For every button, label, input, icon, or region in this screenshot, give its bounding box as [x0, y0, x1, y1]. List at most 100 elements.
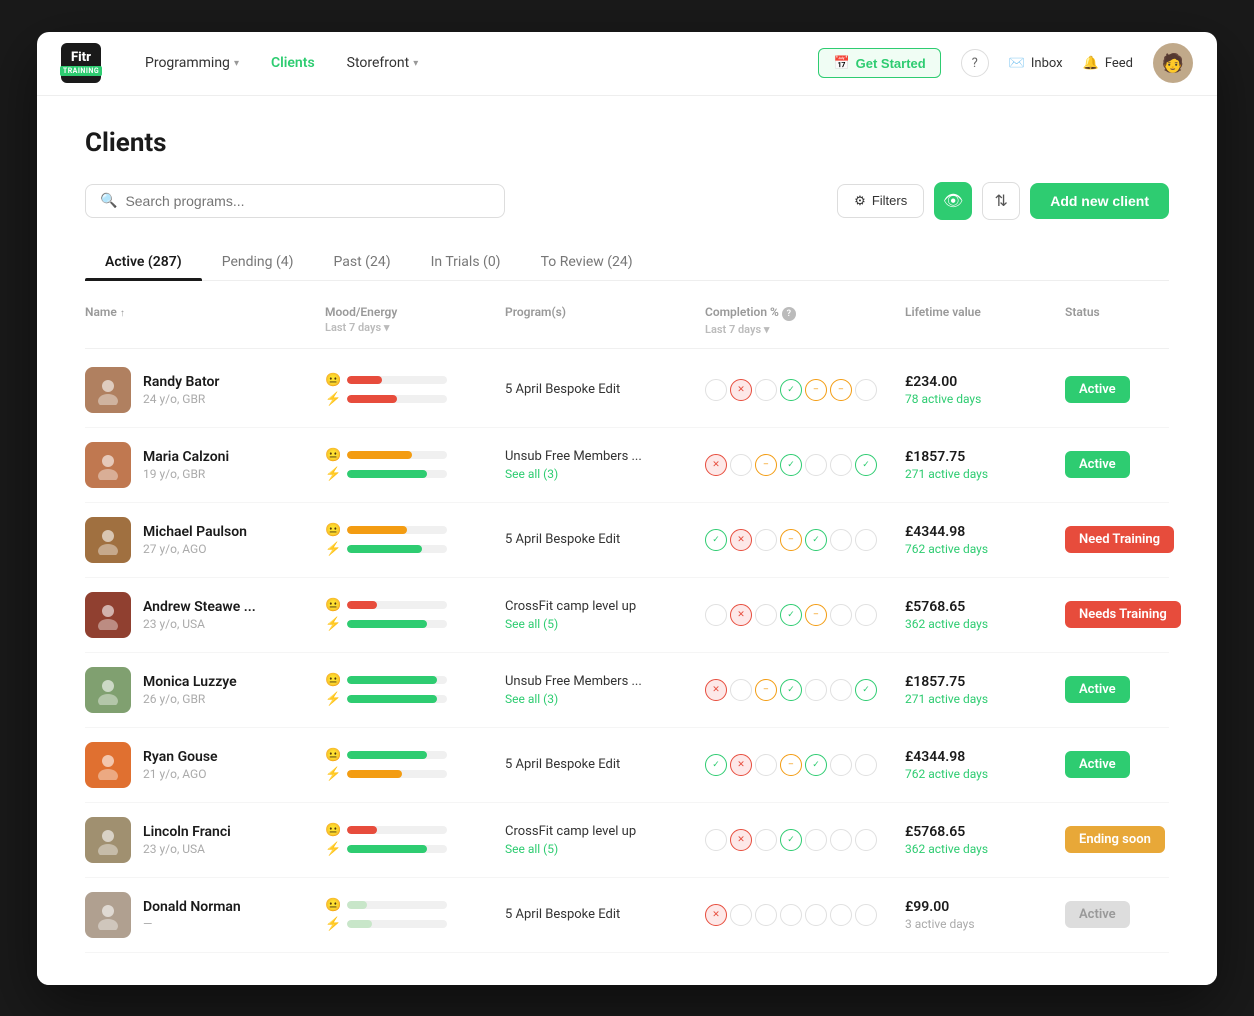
- logo-training-text: TRAINING: [60, 66, 102, 76]
- filter-button[interactable]: ⚙ Filters: [837, 184, 924, 218]
- table-column-header: Status: [1065, 305, 1185, 336]
- completion-dot: [855, 379, 877, 401]
- completion-dot: [755, 379, 777, 401]
- filter-icon: ⚙: [854, 193, 866, 209]
- completion-cell: ✕–✓✓: [705, 679, 905, 701]
- energy-bar-bg: [347, 470, 447, 478]
- completion-dot: [830, 529, 852, 551]
- lifetime-cell: £5768.65 362 active days: [905, 824, 1065, 856]
- view-toggle-button[interactable]: 👁: [934, 182, 972, 220]
- see-all-link[interactable]: See all (5): [505, 842, 705, 856]
- status-badge: Active: [1065, 751, 1130, 778]
- search-box[interactable]: 🔍: [85, 184, 505, 218]
- client-cell: Monica Luzzye 26 y/o, GBR: [85, 667, 325, 713]
- mood-bar-bg: [347, 376, 447, 384]
- energy-icon: ⚡: [325, 467, 341, 482]
- nav-storefront[interactable]: Storefront ▾: [343, 47, 423, 79]
- energy-icon: ⚡: [325, 392, 341, 407]
- client-sub: 23 y/o, USA: [143, 842, 231, 856]
- see-all-link[interactable]: See all (5): [505, 617, 705, 631]
- program-name: CrossFit camp level up: [505, 599, 705, 614]
- energy-icon: ⚡: [325, 767, 341, 782]
- completion-dot: ✕: [730, 529, 752, 551]
- client-name: Monica Luzzye: [143, 674, 237, 690]
- client-name: Lincoln Franci: [143, 824, 231, 840]
- navbar: Fitr TRAINING Programming ▾ Clients Stor…: [37, 32, 1217, 96]
- tab-item[interactable]: To Review (24): [521, 244, 653, 280]
- energy-bar-bg: [347, 920, 447, 928]
- mood-cell: 😐 ⚡: [325, 748, 505, 782]
- completion-dot: ✓: [780, 454, 802, 476]
- mood-icon: 😐: [325, 823, 341, 838]
- completion-dot: [705, 379, 727, 401]
- mood-bar-fill: [347, 376, 382, 384]
- mood-bar-fill: [347, 526, 407, 534]
- completion-dot: [730, 679, 752, 701]
- app-window: Fitr TRAINING Programming ▾ Clients Stor…: [37, 32, 1217, 985]
- table-row: Ryan Gouse 21 y/o, AGO 😐 ⚡ 5 April Bespo…: [85, 728, 1169, 803]
- status-cell: Active: [1065, 451, 1185, 478]
- client-cell: Ryan Gouse 21 y/o, AGO: [85, 742, 325, 788]
- completion-dot: [805, 454, 827, 476]
- status-cell: Need Training: [1065, 526, 1185, 553]
- status-cell: Needs Training: [1065, 601, 1185, 628]
- mood-cell: 😐 ⚡: [325, 673, 505, 707]
- inbox-button[interactable]: ✉️ Inbox: [1009, 56, 1063, 71]
- lifetime-value: £99.00: [905, 899, 1065, 915]
- mood-cell: 😐 ⚡: [325, 898, 505, 932]
- status-badge: Active: [1065, 451, 1130, 478]
- completion-dot: [755, 604, 777, 626]
- completion-cell: ✕✓–: [705, 604, 905, 626]
- completion-dot: ✓: [805, 529, 827, 551]
- see-all-link[interactable]: See all (3): [505, 692, 705, 706]
- lifetime-cell: £1857.75 271 active days: [905, 674, 1065, 706]
- client-avatar: [85, 367, 131, 413]
- energy-bar-bg: [347, 770, 447, 778]
- completion-cell: ✕✓––: [705, 379, 905, 401]
- completion-dot: ✓: [705, 529, 727, 551]
- mood-bar-fill: [347, 676, 437, 684]
- search-input[interactable]: [125, 193, 490, 209]
- feed-button[interactable]: 🔔 Feed: [1083, 56, 1133, 71]
- toolbar: 🔍 ⚙ Filters 👁 ⇅ Add new client: [85, 182, 1169, 220]
- completion-dot: ✓: [855, 679, 877, 701]
- lifetime-value: £5768.65: [905, 824, 1065, 840]
- mood-bar-fill: [347, 601, 377, 609]
- energy-icon: ⚡: [325, 917, 341, 932]
- tab-item[interactable]: Active (287): [85, 244, 202, 280]
- sort-button[interactable]: ⇅: [982, 182, 1020, 220]
- completion-dot: –: [805, 379, 827, 401]
- main-content: Clients 🔍 ⚙ Filters 👁 ⇅ Add new client: [37, 96, 1217, 985]
- completion-dot: [755, 904, 777, 926]
- completion-dot: [855, 754, 877, 776]
- energy-bar-bg: [347, 395, 447, 403]
- client-avatar: [85, 817, 131, 863]
- table-column-header: Mood/EnergyLast 7 days ▾: [325, 305, 505, 336]
- get-started-button[interactable]: 📅 Get Started: [818, 48, 940, 78]
- completion-dot: [755, 829, 777, 851]
- completion-dot: ✓: [780, 679, 802, 701]
- client-cell: Lincoln Franci 23 y/o, USA: [85, 817, 325, 863]
- completion-dot: –: [780, 754, 802, 776]
- tab-item[interactable]: Past (24): [314, 244, 411, 280]
- nav-programming[interactable]: Programming ▾: [141, 47, 243, 79]
- completion-cell: ✕✓: [705, 829, 905, 851]
- tab-item[interactable]: Pending (4): [202, 244, 314, 280]
- help-button[interactable]: ?: [961, 49, 989, 77]
- client-name: Andrew Steawe ...: [143, 599, 256, 615]
- tab-item[interactable]: In Trials (0): [411, 244, 521, 280]
- see-all-link[interactable]: See all (3): [505, 467, 705, 481]
- table-header: Name ↑Mood/EnergyLast 7 days ▾Program(s)…: [85, 305, 1169, 349]
- program-name: 5 April Bespoke Edit: [505, 382, 705, 397]
- table-row: Maria Calzoni 19 y/o, GBR 😐 ⚡ Unsub Free…: [85, 428, 1169, 503]
- active-days: 762 active days: [905, 767, 1065, 781]
- nav-clients[interactable]: Clients: [267, 47, 319, 79]
- table-body: Randy Bator 24 y/o, GBR 😐 ⚡ 5 April Besp…: [85, 353, 1169, 953]
- client-cell: Randy Bator 24 y/o, GBR: [85, 367, 325, 413]
- client-name: Ryan Gouse: [143, 749, 218, 765]
- add-client-button[interactable]: Add new client: [1030, 183, 1169, 219]
- active-days: 78 active days: [905, 392, 1065, 406]
- completion-dot: –: [805, 604, 827, 626]
- user-avatar[interactable]: 🧑: [1153, 43, 1193, 83]
- completion-dot: [830, 679, 852, 701]
